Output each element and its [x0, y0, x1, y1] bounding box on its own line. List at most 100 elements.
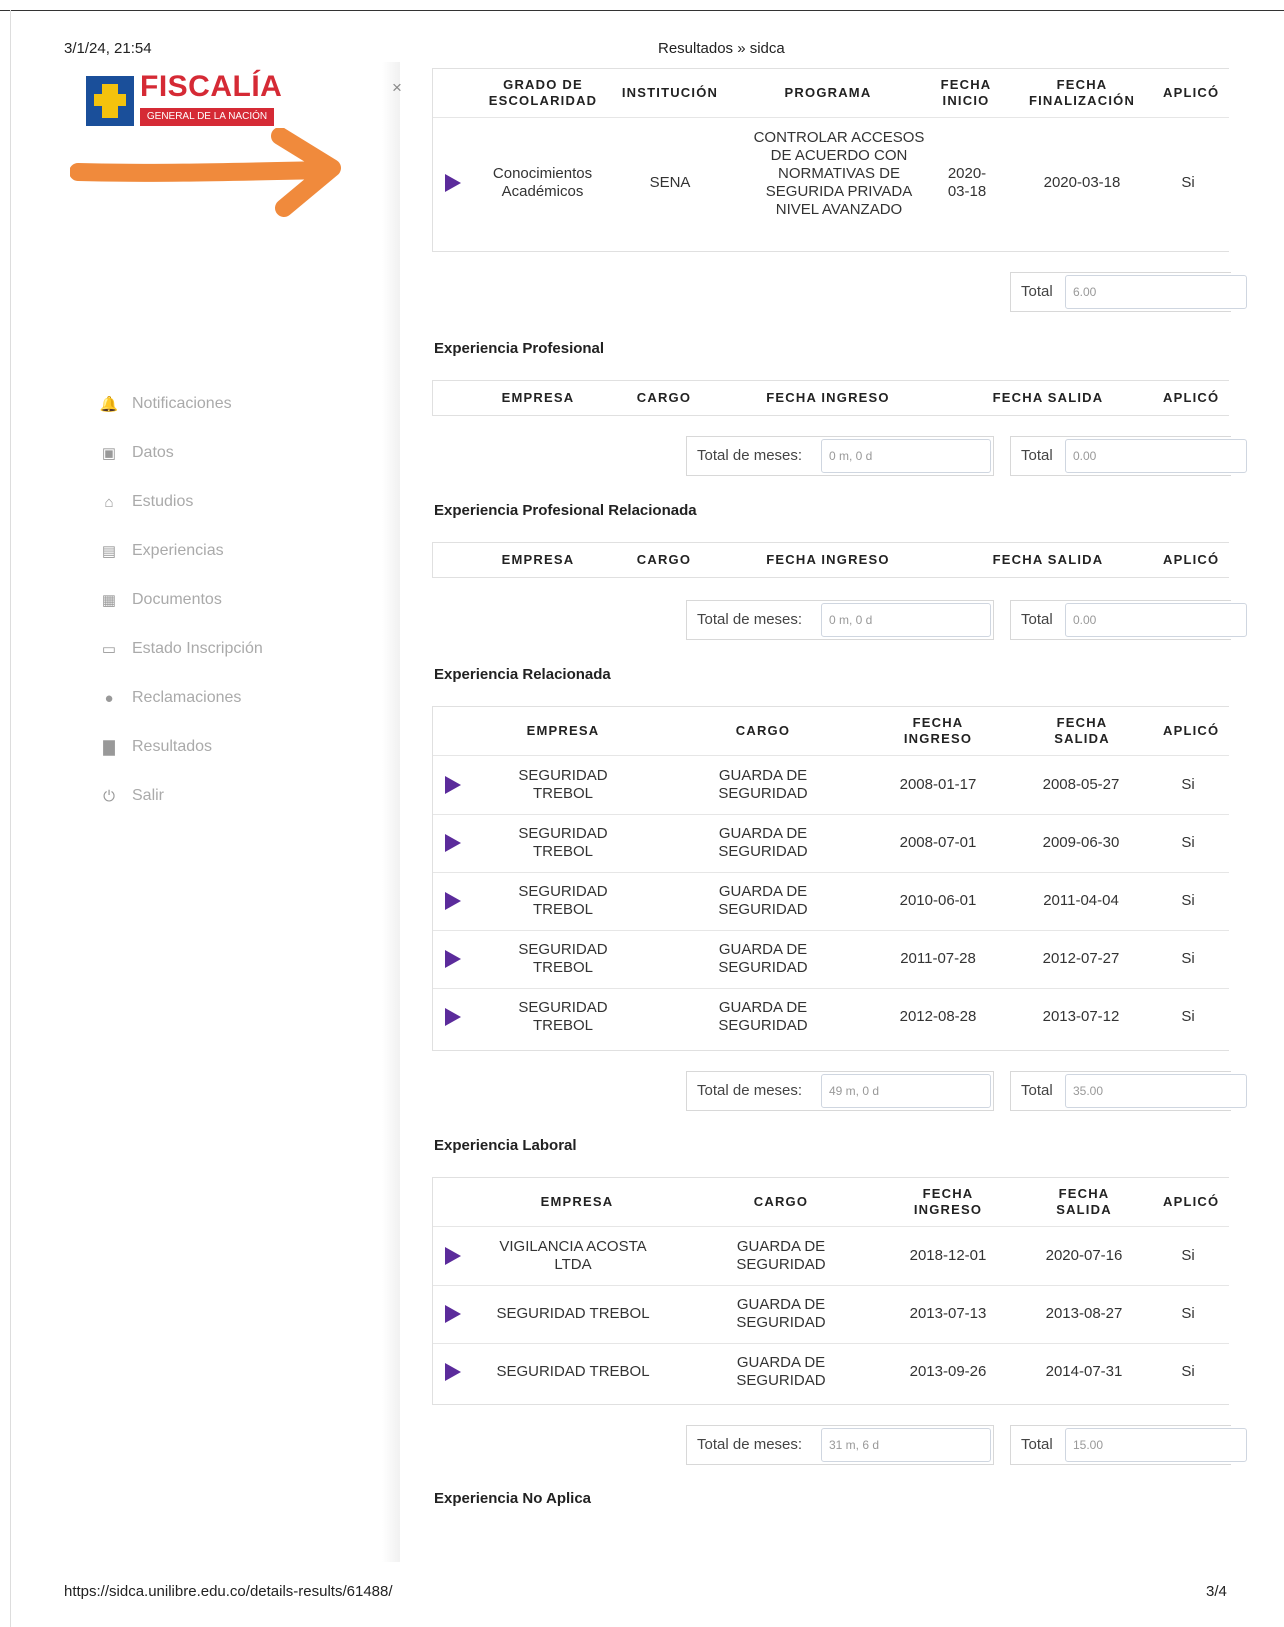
meses-value: 49 m, 0 d	[829, 1084, 880, 1098]
cell-fecha-ingreso: 2011-07-28	[900, 950, 976, 967]
cell-grado: Conocimientos Académicos	[492, 165, 593, 200]
sidebar-item-label: Experiencias	[132, 542, 224, 559]
expand-row-icon[interactable]	[445, 892, 461, 910]
col-fecha-salida: FECHA SALIDA	[992, 390, 1104, 405]
cell-fecha-ingreso: 2008-07-01	[899, 834, 977, 851]
table-header-row: EMPRESA CARGO FECHA INGRESO FECHA SALIDA…	[433, 707, 1229, 756]
expand-row-icon[interactable]	[445, 834, 461, 852]
expand-row-icon[interactable]	[445, 776, 461, 794]
meses-label: Total de meses:	[697, 447, 803, 464]
cell-fecha-salida: 2008-05-27	[1042, 776, 1120, 793]
cell-aplico: Si	[1181, 1008, 1195, 1025]
total-field[interactable]: 35.00	[1065, 1074, 1247, 1108]
meses-field[interactable]: 49 m, 0 d	[821, 1074, 991, 1108]
sidebar-edge	[382, 62, 400, 1562]
table-row: SEGURIDAD TREBOL GUARDA DE SEGURIDAD 201…	[433, 930, 1229, 989]
cell-fecha-ingreso: 2010-06-01	[899, 892, 977, 909]
cell-fecha-inicio: 2020-03-18	[947, 165, 987, 200]
table-row: SEGURIDAD TREBOL GUARDA DE SEGURIDAD 200…	[433, 814, 1229, 873]
col-empresa: EMPRESA	[501, 390, 575, 405]
table-row: SEGURIDAD TREBOL GUARDA DE SEGURIDAD 201…	[433, 1343, 1229, 1401]
expand-row-icon[interactable]	[445, 1008, 461, 1026]
expand-row-icon[interactable]	[445, 1247, 461, 1265]
cell-institucion: SENA	[649, 174, 691, 191]
meses-field[interactable]: 0 m, 0 d	[821, 439, 991, 473]
id-card-icon: ▦	[101, 592, 117, 609]
meses-value: 31 m, 6 d	[829, 1438, 880, 1452]
cell-empresa: VIGILANCIA ACOSTA LTDA	[499, 1238, 647, 1273]
sidebar-item-label: Datos	[132, 444, 174, 461]
page-left-rule	[10, 10, 11, 1627]
cell-fecha-salida: 2014-07-31	[1045, 1363, 1123, 1380]
section-title-experiencia-no-aplica: Experiencia No Aplica	[434, 1490, 592, 1507]
cell-empresa: SEGURIDAD TREBOL	[518, 883, 608, 918]
cell-fecha-ingreso: 2018-12-01	[909, 1247, 987, 1264]
col-fecha-salida: FECHA SALIDA	[1056, 1186, 1112, 1217]
comment-icon: ●	[104, 689, 114, 707]
cell-aplico: Si	[1181, 1305, 1195, 1322]
expand-row-icon[interactable]	[445, 174, 461, 192]
print-date: 3/1/24, 21:54	[64, 40, 152, 57]
total-field[interactable]: 0.00	[1065, 439, 1247, 473]
experiencia-profesional-relacionada-table: EMPRESA CARGO FECHA INGRESO FECHA SALIDA…	[432, 542, 1229, 578]
cell-aplico: Si	[1181, 1247, 1195, 1264]
experiencia-laboral-table: EMPRESA CARGO FECHA INGRESO FECHA SALIDA…	[432, 1177, 1229, 1405]
col-fecha-salida: FECHA SALIDA	[992, 552, 1104, 567]
sidebar-item-reclamaciones[interactable]: ● Reclamaciones	[98, 686, 241, 710]
logo-subtitle: GENERAL DE LA NACIÓN	[140, 108, 274, 126]
sidebar-item-datos[interactable]: ▣ Datos	[98, 441, 174, 465]
sidebar-item-estado-inscripcion[interactable]: ▭ Estado Inscripción	[98, 637, 263, 661]
total-value: 6.00	[1073, 285, 1097, 299]
expand-row-icon[interactable]	[445, 1363, 461, 1381]
sidebar-item-experiencias[interactable]: ▤ Experiencias	[98, 539, 224, 563]
col-aplico: APLICÓ	[1163, 390, 1220, 405]
col-cargo: CARGO	[636, 552, 692, 567]
experiencia-relacionada-table: EMPRESA CARGO FECHA INGRESO FECHA SALIDA…	[432, 706, 1229, 1051]
table-row: SEGURIDAD TREBOL GUARDA DE SEGURIDAD 200…	[433, 756, 1229, 815]
meses-field[interactable]: 0 m, 0 d	[821, 603, 991, 637]
cell-aplico: Si	[1181, 950, 1195, 967]
power-icon: ⏻	[103, 787, 115, 805]
fiscalia-logo[interactable]: FISCALÍA GENERAL DE LA NACIÓN	[86, 70, 282, 128]
col-cargo: CARGO	[753, 1194, 809, 1209]
sidebar-item-estudios[interactable]: ⌂ Estudios	[98, 490, 193, 514]
cell-fecha-salida: 2009-06-30	[1042, 834, 1120, 851]
sidebar-item-notificaciones[interactable]: 🔔 Notificaciones	[98, 392, 232, 416]
cell-fecha-salida: 2013-07-12	[1042, 1008, 1120, 1025]
cell-aplico: Si	[1181, 1363, 1195, 1380]
table-row: SEGURIDAD TREBOL GUARDA DE SEGURIDAD 201…	[433, 988, 1229, 1046]
total-field[interactable]: 15.00	[1065, 1428, 1247, 1462]
cell-empresa: SEGURIDAD TREBOL	[496, 1363, 650, 1380]
col-fecha-ingreso: FECHA INGRESO	[913, 1186, 983, 1217]
education-total: Total 6.00	[1010, 272, 1247, 312]
logo-word: FISCALÍA	[140, 70, 283, 103]
sidebar-item-documentos[interactable]: ▦ Documentos	[98, 588, 222, 612]
col-aplico: APLICÓ	[1163, 552, 1220, 567]
sidebar-item-salir[interactable]: ⏻ Salir	[98, 784, 164, 808]
cell-cargo: GUARDA DE SEGURIDAD	[718, 825, 808, 860]
table-row: SEGURIDAD TREBOL GUARDA DE SEGURIDAD 201…	[433, 1285, 1229, 1344]
exp-lab-meses: Total de meses: 31 m, 6 d	[686, 1425, 994, 1465]
page-top-rule	[0, 10, 1284, 11]
cell-empresa: SEGURIDAD TREBOL	[518, 999, 608, 1034]
sidebar-item-resultados[interactable]: ▇ Resultados	[98, 735, 212, 759]
total-value: 0.00	[1073, 449, 1097, 463]
shield-icon	[86, 76, 134, 126]
meses-label: Total de meses:	[697, 611, 803, 628]
expand-row-icon[interactable]	[445, 950, 461, 968]
total-field[interactable]: 0.00	[1065, 603, 1247, 637]
total-field[interactable]: 6.00	[1065, 275, 1247, 309]
graduation-cap-icon: ⌂	[104, 493, 114, 511]
exp-rel-meses: Total de meses: 49 m, 0 d	[686, 1071, 994, 1111]
col-empresa: EMPRESA	[540, 1194, 614, 1209]
bell-icon: 🔔	[99, 396, 119, 413]
expand-row-icon[interactable]	[445, 1305, 461, 1323]
exp-prof-total: Total 0.00	[1010, 436, 1247, 476]
print-title: Resultados » sidca	[658, 40, 785, 57]
meses-field[interactable]: 31 m, 6 d	[821, 1428, 991, 1462]
credit-card-icon: ▭	[101, 641, 117, 658]
total-label: Total	[1021, 611, 1053, 628]
cell-fecha-salida: 2013-08-27	[1045, 1305, 1123, 1322]
col-aplico: APLICÓ	[1163, 85, 1220, 100]
close-sidebar-button[interactable]: ×	[392, 78, 402, 98]
